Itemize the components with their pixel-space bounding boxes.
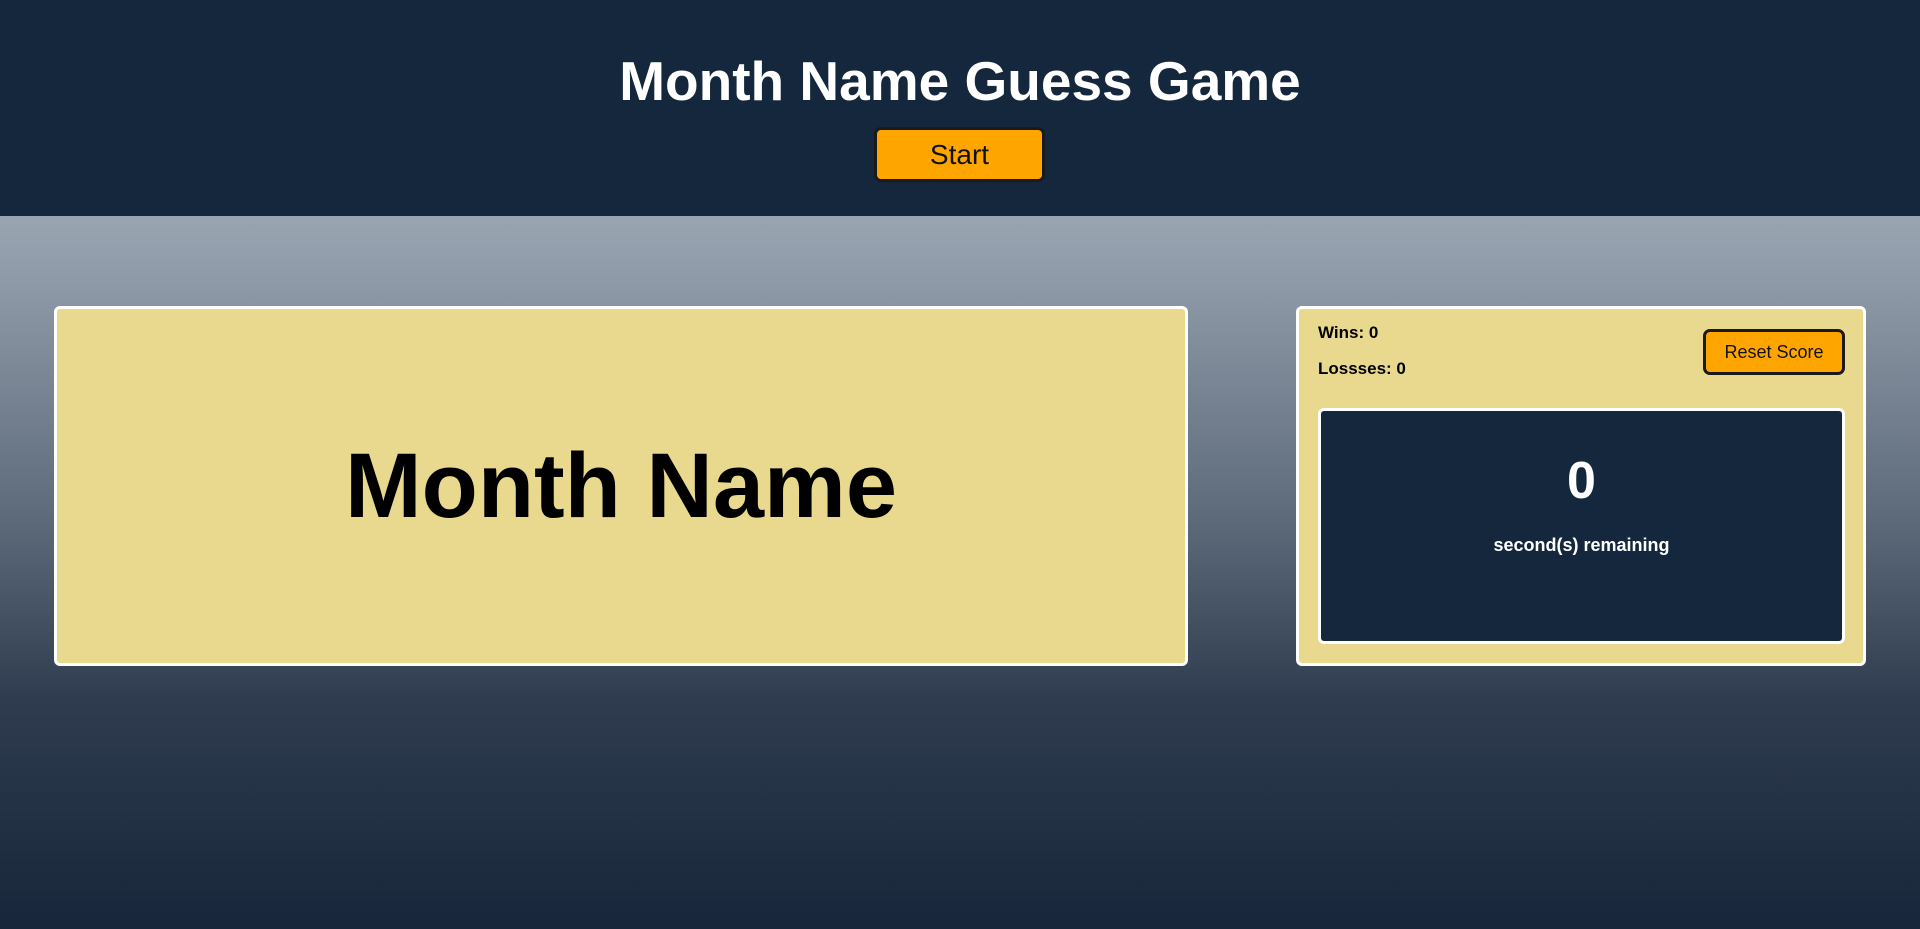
wins-count: Wins: 0 (1318, 323, 1379, 342)
month-name-display: Month Name (345, 434, 897, 537)
page-title: Month Name Guess Game (619, 50, 1301, 112)
timer-value: 0 (1567, 452, 1596, 510)
losses-count: Lossses: 0 (1318, 359, 1406, 378)
timer-label: second(s) remaining (1493, 535, 1670, 555)
score-panel: Wins: 0 Lossses: 0 Reset Score 0 second(… (1296, 306, 1866, 666)
reset-score-button[interactable]: Reset Score (1703, 329, 1845, 375)
timer-box: 0 second(s) remaining (1318, 408, 1845, 644)
header-bar: Month Name Guess Game Start (0, 0, 1920, 216)
month-display-panel: Month Name (54, 306, 1188, 666)
start-button[interactable]: Start (874, 127, 1045, 182)
